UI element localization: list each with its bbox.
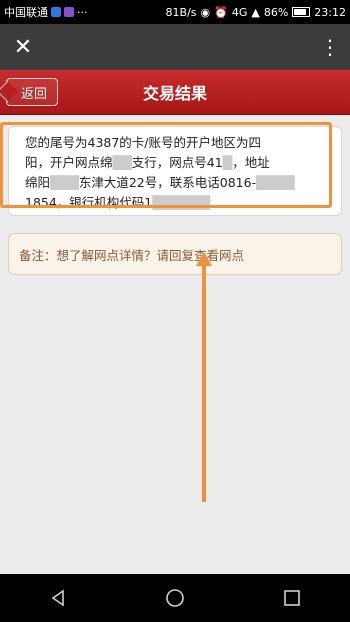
result-line-3: 绵阳███东津大道22号，联系电话0816-████ — [25, 175, 295, 190]
signal-icon: ▲ — [251, 5, 260, 19]
app-badge-icon — [64, 7, 74, 17]
net-speed: 81B/s — [165, 5, 197, 19]
annotation-arrow-head — [196, 252, 212, 266]
result-line-2: 阳，开户网点绵██支行，网点号41█，地址 — [25, 155, 270, 170]
network-type: 4G — [231, 5, 248, 19]
home-circle-icon[interactable] — [155, 578, 195, 618]
status-bar: 中国联通 ··· 81B/s ◉ ⏰ 4G ▲ 86% 23:12 — [0, 0, 350, 24]
battery-percent: 86% — [263, 5, 289, 19]
shield-badge-icon — [51, 7, 61, 17]
page-header: 返回 交易结果 — [0, 70, 350, 115]
annotation-arrow — [202, 262, 206, 502]
recents-square-icon[interactable] — [272, 578, 312, 618]
more-dots-icon: ··· — [77, 5, 88, 19]
battery-icon — [292, 7, 311, 17]
note-card[interactable]: 备注：想了解网点详情？请回复查看网点 — [8, 233, 342, 275]
close-icon[interactable]: ✕ — [0, 24, 46, 70]
eye-icon: ◉ — [200, 5, 211, 19]
title-bar: ✕ ⋮ — [0, 24, 350, 70]
system-nav-bar — [0, 574, 350, 622]
back-button[interactable]: 返回 — [6, 78, 59, 106]
result-card: 您的尾号为4387的卡/账号的开户地区为四 阳，开户网点绵██支行，网点号41█… — [8, 126, 342, 216]
back-triangle-icon[interactable] — [38, 578, 78, 618]
more-vertical-icon[interactable]: ⋮ — [310, 24, 350, 70]
result-line-1: 您的尾号为4387的卡/账号的开户地区为四 — [25, 135, 262, 150]
alarm-icon: ⏰ — [214, 5, 228, 19]
page-title: 交易结果 — [142, 84, 207, 103]
result-line-4: 1854，银行机构代码1██████ — [25, 195, 210, 210]
clock: 23:12 — [314, 5, 346, 19]
carrier-label: 中国联通 — [4, 6, 48, 19]
